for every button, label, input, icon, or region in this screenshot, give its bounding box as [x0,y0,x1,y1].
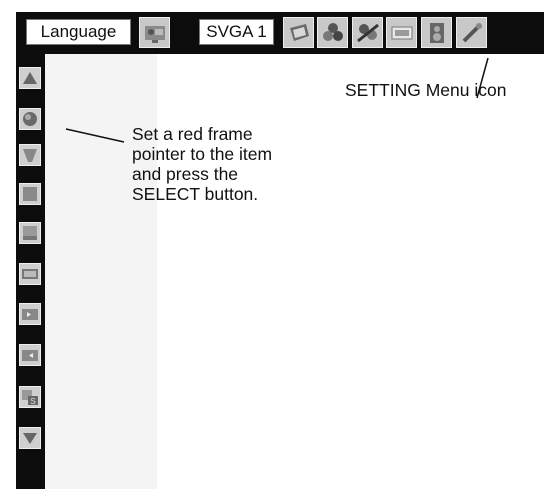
color-adjust-icon[interactable] [317,17,348,48]
gray-panel-icon[interactable] [19,222,41,244]
svg-text:S: S [30,397,35,406]
screen-icon[interactable] [19,263,41,285]
scroll-down-arrow-icon[interactable] [19,427,41,449]
sound-icon[interactable] [421,17,452,48]
setting-menu-icon-callout: SETTING Menu icon [345,80,507,100]
screen-adjust-icon[interactable] [283,17,314,48]
standby-setting-icon[interactable]: S [19,386,41,408]
scroll-down-icon[interactable] [19,144,41,166]
round-ball-icon[interactable] [19,108,41,130]
setting-icon[interactable] [456,17,487,48]
gray-square-icon[interactable] [19,183,41,205]
instruction-line-3: and press the [132,164,239,184]
image-adjust-icon[interactable] [352,17,383,48]
instruction-line-4: SELECT button. [132,184,259,204]
instruction-line-1: Set a red frame [132,124,253,144]
scroll-up-icon[interactable] [19,67,41,89]
left-menu-bar: S [16,54,45,489]
resolution-label[interactable]: SVGA 1 [199,19,274,45]
top-menu-bar: Language SVGA 1 [16,12,544,54]
language-label[interactable]: Language [26,19,131,45]
keystone-left-icon[interactable] [19,303,41,325]
menu-panel [45,54,157,489]
instruction-line-2: pointer to the item [132,144,273,164]
pc-input-icon[interactable] [386,17,417,48]
computer-adjust-icon[interactable] [139,17,170,48]
keystone-right-icon[interactable] [19,344,41,366]
select-instruction-callout: Set a red frame pointer to the item and … [132,124,332,204]
